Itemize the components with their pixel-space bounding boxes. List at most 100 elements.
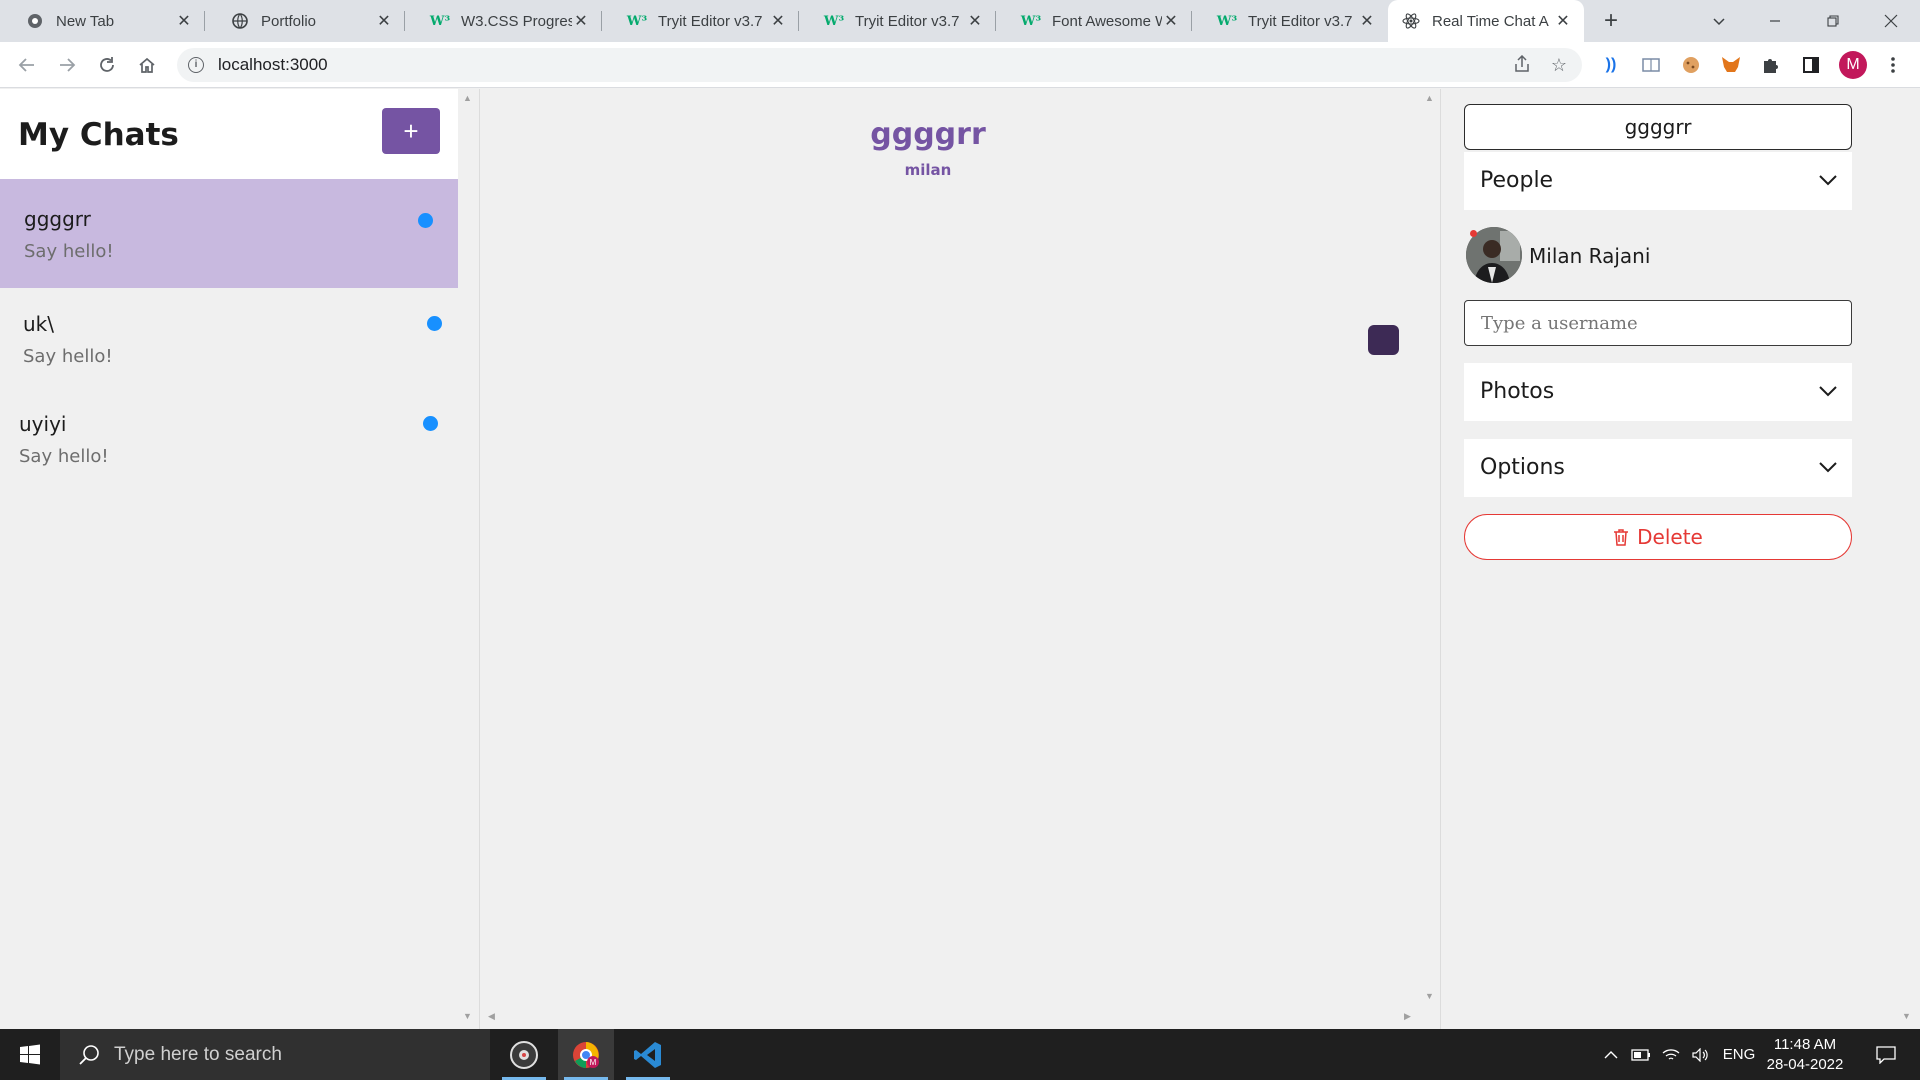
vscode-app-icon[interactable] bbox=[620, 1029, 676, 1080]
tab-title: Tryit Editor v3.7 bbox=[658, 12, 763, 30]
person-row: Milan Rajani bbox=[1466, 227, 1852, 285]
online-status-dot bbox=[1470, 230, 1477, 237]
close-icon[interactable]: ✕ bbox=[769, 11, 787, 31]
profile-avatar[interactable]: M bbox=[1839, 51, 1867, 79]
chat-card-preview: Say hello! bbox=[23, 346, 113, 367]
share-icon[interactable] bbox=[1512, 54, 1532, 75]
notifications-icon[interactable] bbox=[1866, 1029, 1906, 1080]
options-accordion[interactable]: Options bbox=[1464, 439, 1852, 497]
battery-icon[interactable] bbox=[1628, 1029, 1654, 1080]
tab-real-time-chat[interactable]: Real Time Chat A ✕ bbox=[1388, 0, 1584, 42]
forward-arrow-icon[interactable] bbox=[52, 50, 82, 80]
people-accordion[interactable]: People bbox=[1464, 152, 1852, 210]
chat-feed-subtitle: milan bbox=[904, 161, 952, 179]
unread-dot bbox=[423, 416, 438, 431]
tab-tryit-editor-1[interactable]: W³ Tryit Editor v3.7 ✕ bbox=[602, 0, 799, 42]
windows-start-button[interactable] bbox=[0, 1029, 60, 1080]
obs-app-icon[interactable] bbox=[496, 1029, 552, 1080]
chat-card[interactable]: uyiyi Say hello! bbox=[0, 388, 458, 488]
chat-card-title: uk\ bbox=[23, 312, 54, 336]
close-icon[interactable]: ✕ bbox=[175, 11, 193, 31]
chrome-app-icon[interactable]: M bbox=[558, 1029, 614, 1080]
chat-settings-panel: ggggrr People Milan Rajani Photos bbox=[1442, 89, 1920, 1029]
browser-toolbar: i localhost:3000 ☆ )) M bbox=[0, 42, 1920, 88]
people-label: People bbox=[1480, 168, 1554, 193]
reader-extension-icon[interactable] bbox=[1640, 54, 1662, 76]
delete-label: Delete bbox=[1637, 525, 1703, 549]
chat-list-title: My Chats bbox=[18, 117, 179, 153]
unread-dot bbox=[418, 213, 433, 228]
side-panel-icon[interactable] bbox=[1800, 54, 1822, 76]
chat-title-field[interactable]: ggggrr bbox=[1464, 104, 1852, 150]
close-icon[interactable]: ✕ bbox=[572, 11, 590, 31]
chat-card[interactable]: ggggrr Say hello! bbox=[0, 179, 458, 288]
chat-card-title: uyiyi bbox=[19, 412, 67, 436]
tab-tryit-editor-3[interactable]: W³ Tryit Editor v3.7 ✕ bbox=[1192, 0, 1388, 42]
url-text[interactable]: localhost:3000 bbox=[218, 55, 328, 75]
browser-tab-strip: New Tab ✕ Portfolio ✕ W³ W3.CSS Progress… bbox=[0, 0, 1920, 42]
username-input[interactable] bbox=[1464, 300, 1852, 346]
wifi-icon[interactable] bbox=[1658, 1029, 1684, 1080]
tab-new-tab[interactable]: New Tab ✕ bbox=[0, 0, 205, 42]
chevron-down-icon bbox=[1819, 462, 1837, 473]
scroll-down-arrow[interactable]: ▼ bbox=[463, 1011, 472, 1021]
back-arrow-icon[interactable] bbox=[12, 50, 42, 80]
tab-title: Tryit Editor v3.7 bbox=[1248, 12, 1353, 30]
new-chat-button[interactable]: + bbox=[382, 108, 440, 154]
info-icon[interactable]: i bbox=[188, 57, 204, 73]
clock-date: 28-04-2022 bbox=[1766, 1056, 1844, 1073]
tab-title: Font Awesome W bbox=[1052, 12, 1162, 30]
taskbar-search-box[interactable]: Type here to search bbox=[60, 1029, 490, 1080]
restore-button[interactable] bbox=[1809, 0, 1857, 42]
address-bar[interactable]: i localhost:3000 ☆ bbox=[177, 48, 1582, 82]
w3schools-icon: W³ bbox=[1020, 13, 1042, 29]
scroll-down-arrow[interactable]: ▼ bbox=[1425, 991, 1434, 1001]
trash-icon bbox=[1614, 529, 1629, 546]
scroll-left-arrow[interactable]: ◀ bbox=[488, 1011, 495, 1022]
chat-list-scrollbar[interactable]: ▲ ▼ bbox=[459, 89, 475, 1029]
close-icon[interactable]: ✕ bbox=[1162, 11, 1180, 31]
close-icon[interactable]: ✕ bbox=[1554, 11, 1572, 31]
chat-list-header: My Chats + bbox=[0, 89, 458, 179]
tab-title: New Tab bbox=[56, 12, 115, 30]
close-icon[interactable]: ✕ bbox=[375, 11, 393, 31]
photos-accordion[interactable]: Photos bbox=[1464, 363, 1852, 421]
chevron-down-icon bbox=[1819, 386, 1837, 397]
wifi-extension-icon[interactable]: )) bbox=[1600, 54, 1622, 76]
tab-tryit-editor-2[interactable]: W³ Tryit Editor v3.7 ✕ bbox=[799, 0, 996, 42]
w3schools-icon: W³ bbox=[429, 13, 451, 29]
kebab-menu-icon[interactable] bbox=[1882, 54, 1904, 76]
metamask-fox-icon[interactable] bbox=[1720, 54, 1742, 76]
react-icon bbox=[1402, 12, 1420, 30]
search-icon bbox=[79, 1044, 99, 1065]
tab-search-icon[interactable] bbox=[1695, 0, 1743, 42]
tab-w3css-progress[interactable]: W³ W3.CSS Progress ✕ bbox=[405, 0, 602, 42]
scroll-up-arrow[interactable]: ▲ bbox=[463, 93, 472, 103]
close-icon[interactable]: ✕ bbox=[1358, 11, 1376, 31]
svg-text:M: M bbox=[590, 1058, 597, 1067]
scroll-right-arrow[interactable]: ▶ bbox=[1404, 1011, 1411, 1022]
chat-card[interactable]: uk\ Say hello! bbox=[0, 288, 458, 388]
delete-chat-button[interactable]: Delete bbox=[1464, 514, 1852, 560]
taskbar-clock[interactable]: 11:48 AM 28-04-2022 bbox=[1760, 1035, 1850, 1075]
tab-portfolio[interactable]: Portfolio ✕ bbox=[205, 0, 405, 42]
close-icon[interactable]: ✕ bbox=[966, 11, 984, 31]
w3schools-icon: W³ bbox=[1216, 13, 1238, 29]
show-hidden-icons[interactable] bbox=[1598, 1029, 1624, 1080]
chat-card-title: ggggrr bbox=[24, 207, 91, 231]
cookie-extension-icon[interactable] bbox=[1680, 54, 1702, 76]
tab-font-awesome[interactable]: W³ Font Awesome W ✕ bbox=[996, 0, 1192, 42]
minimize-button[interactable] bbox=[1751, 0, 1799, 42]
bookmark-star-icon[interactable]: ☆ bbox=[1549, 55, 1569, 75]
home-icon[interactable] bbox=[132, 50, 162, 80]
volume-icon[interactable] bbox=[1688, 1029, 1714, 1080]
photos-label: Photos bbox=[1480, 379, 1555, 404]
chat-list-panel: My Chats + ggggrr Say hello! uk\ Say hel… bbox=[0, 89, 458, 1029]
close-window-button[interactable] bbox=[1867, 0, 1915, 42]
puzzle-extensions-icon[interactable] bbox=[1760, 54, 1782, 76]
reload-icon[interactable] bbox=[92, 50, 122, 80]
scroll-up-arrow[interactable]: ▲ bbox=[1425, 93, 1434, 103]
scroll-down-arrow[interactable]: ▼ bbox=[1902, 1011, 1911, 1021]
language-indicator[interactable]: ENG bbox=[1720, 1029, 1758, 1080]
new-tab-button[interactable]: + bbox=[1598, 8, 1624, 34]
